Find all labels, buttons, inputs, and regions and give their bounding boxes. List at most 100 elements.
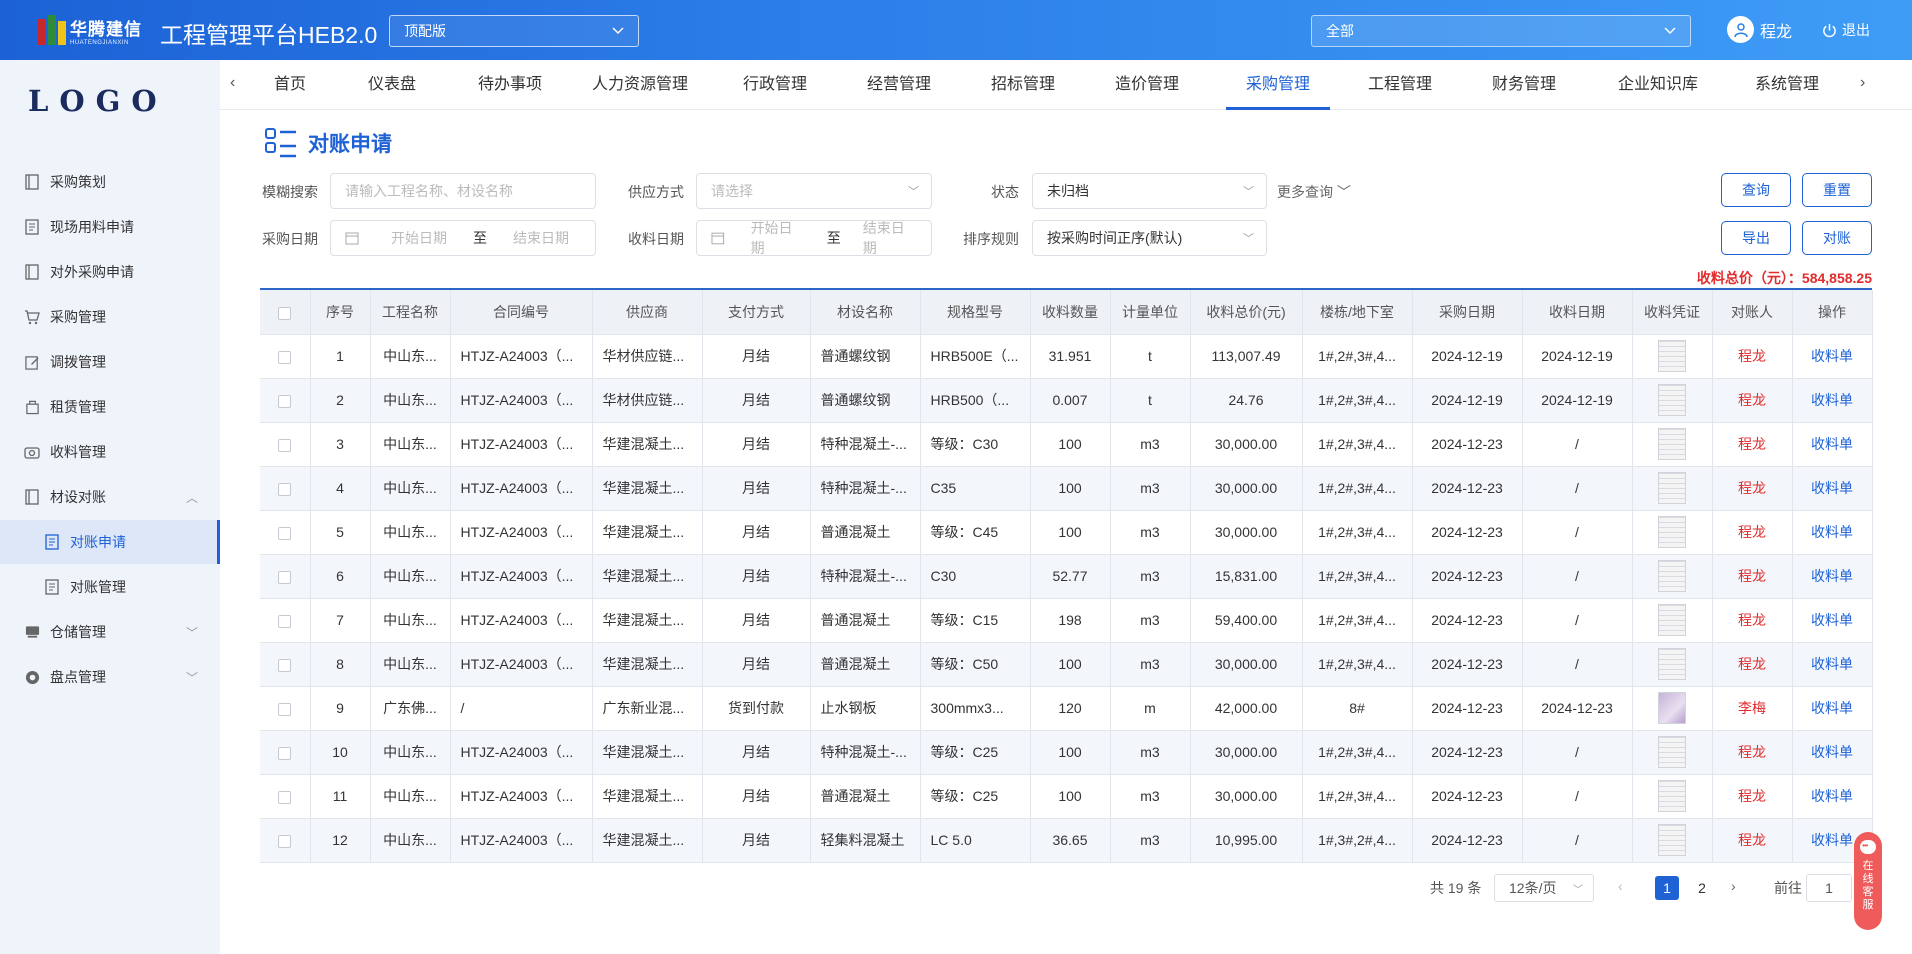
sidebar-item-reconcile-apply[interactable]: 对账申请 [0,520,220,564]
cell-voucher[interactable] [1632,422,1713,467]
page-size-select[interactable]: 12条/页 ﹀ [1494,874,1594,902]
voucher-thumbnail[interactable] [1658,516,1686,548]
tab-knowledge[interactable]: 企业知识库 [1614,60,1702,110]
cell-voucher[interactable] [1632,378,1713,423]
row-checkbox-cell[interactable] [260,422,311,467]
receipt-link[interactable]: 收料单 [1792,334,1873,379]
row-checkbox-cell[interactable] [260,642,311,687]
goto-page-input[interactable]: 1 [1806,874,1852,902]
row-checkbox-cell[interactable] [260,554,311,599]
more-query-link[interactable]: 更多查询 ﹀ [1277,182,1351,202]
voucher-thumbnail[interactable] [1658,340,1686,372]
export-button[interactable]: 导出 [1721,221,1791,255]
row-checkbox[interactable] [278,746,292,760]
edition-select[interactable]: 顶配版 [389,15,639,47]
user-menu[interactable]: 程龙 [1727,16,1792,43]
row-checkbox[interactable] [278,790,292,804]
voucher-thumbnail[interactable] [1658,472,1686,504]
cell-voucher[interactable] [1632,818,1713,863]
next-page-icon[interactable]: › [1731,878,1736,894]
voucher-thumbnail[interactable] [1658,824,1686,856]
status-select[interactable]: 未归档 ﹀ [1032,173,1267,209]
voucher-thumbnail[interactable] [1658,604,1686,636]
voucher-thumbnail[interactable] [1658,780,1686,812]
row-checkbox-cell[interactable] [260,510,311,555]
voucher-thumbnail[interactable] [1658,692,1686,724]
tab-todo[interactable]: 待办事项 [470,60,550,110]
query-button[interactable]: 查询 [1721,173,1791,207]
cell-voucher[interactable] [1632,642,1713,687]
receipt-link[interactable]: 收料单 [1792,510,1873,555]
scope-select[interactable]: 全部 [1311,15,1691,47]
page-number-1[interactable]: 1 [1655,876,1679,900]
receipt-link[interactable]: 收料单 [1792,642,1873,687]
sort-rule-select[interactable]: 按采购时间正序(默认) ﹀ [1032,220,1267,256]
row-checkbox[interactable] [278,614,292,628]
receipt-link[interactable]: 收料单 [1792,422,1873,467]
receipt-link[interactable]: 收料单 [1792,598,1873,643]
cell-voucher[interactable] [1632,554,1713,599]
row-checkbox[interactable] [278,658,292,672]
sidebar-item-transfer[interactable]: 调拨管理 [0,340,220,384]
receipt-link[interactable]: 收料单 [1792,774,1873,819]
row-checkbox[interactable] [278,526,292,540]
row-checkbox-cell[interactable] [260,334,311,379]
tab-purchase[interactable]: 采购管理 [1226,60,1330,110]
receipt-link[interactable]: 收料单 [1792,730,1873,775]
cell-voucher[interactable] [1632,730,1713,775]
sidebar-item-site-material[interactable]: 现场用料申请 [0,205,220,249]
tab-bidding[interactable]: 招标管理 [988,60,1058,110]
logout-button[interactable]: 退出 [1822,20,1870,40]
online-service-button[interactable]: 在线客服 [1854,832,1882,930]
receive-date-range[interactable]: 开始日期 至 结束日期 [696,220,932,256]
row-checkbox-cell[interactable] [260,378,311,423]
receipt-link[interactable]: 收料单 [1792,554,1873,599]
nav-next-icon[interactable]: › [1860,74,1865,92]
sidebar-item-lease[interactable]: 租赁管理 [0,385,220,429]
row-checkbox[interactable] [278,702,292,716]
row-checkbox-cell[interactable] [260,774,311,819]
row-checkbox[interactable] [278,834,292,848]
tab-dashboard[interactable]: 仪表盘 [362,60,422,110]
receipt-link[interactable]: 收料单 [1792,378,1873,423]
checkbox[interactable] [278,306,292,320]
cell-voucher[interactable] [1632,334,1713,379]
tab-business[interactable]: 经营管理 [864,60,934,110]
page-number-2[interactable]: 2 [1690,876,1714,900]
voucher-thumbnail[interactable] [1658,648,1686,680]
row-checkbox[interactable] [278,482,292,496]
tab-home[interactable]: 首页 [270,60,310,110]
tab-system[interactable]: 系统管理 [1752,60,1822,110]
sidebar-item-external-purchase[interactable]: 对外采购申请 [0,250,220,294]
sidebar-item-inventory[interactable]: 盘点管理 ﹀ [0,655,220,699]
sidebar-item-purchase-mgmt[interactable]: 采购管理 [0,295,220,339]
tab-finance[interactable]: 财务管理 [1489,60,1559,110]
cell-voucher[interactable] [1632,598,1713,643]
receipt-link[interactable]: 收料单 [1792,686,1873,731]
cell-voucher[interactable] [1632,686,1713,731]
nav-prev-icon[interactable]: ‹ [230,74,235,92]
purchase-date-range[interactable]: 开始日期 至 结束日期 [330,220,596,256]
row-checkbox-cell[interactable] [260,598,311,643]
fuzzy-search-input[interactable]: 请输入工程名称、材设名称 [330,173,596,209]
cell-voucher[interactable] [1632,466,1713,511]
select-all-checkbox[interactable] [260,290,311,335]
sidebar-item-reconcile-mgmt[interactable]: 对账管理 [0,565,220,609]
cell-voucher[interactable] [1632,774,1713,819]
prev-page-icon[interactable]: ‹ [1618,878,1623,894]
row-checkbox[interactable] [278,394,292,408]
voucher-thumbnail[interactable] [1658,428,1686,460]
row-checkbox-cell[interactable] [260,730,311,775]
tab-hr[interactable]: 人力资源管理 [590,60,690,110]
tab-engineering[interactable]: 工程管理 [1365,60,1435,110]
sidebar-item-receive[interactable]: 收料管理 [0,430,220,474]
cell-voucher[interactable] [1632,510,1713,555]
tab-admin[interactable]: 行政管理 [740,60,810,110]
receipt-link[interactable]: 收料单 [1792,466,1873,511]
sidebar-item-purchase-plan[interactable]: 采购策划 [0,160,220,204]
row-checkbox[interactable] [278,438,292,452]
tab-cost[interactable]: 造价管理 [1112,60,1182,110]
row-checkbox[interactable] [278,570,292,584]
supply-method-select[interactable]: 请选择 ﹀ [696,173,932,209]
voucher-thumbnail[interactable] [1658,736,1686,768]
